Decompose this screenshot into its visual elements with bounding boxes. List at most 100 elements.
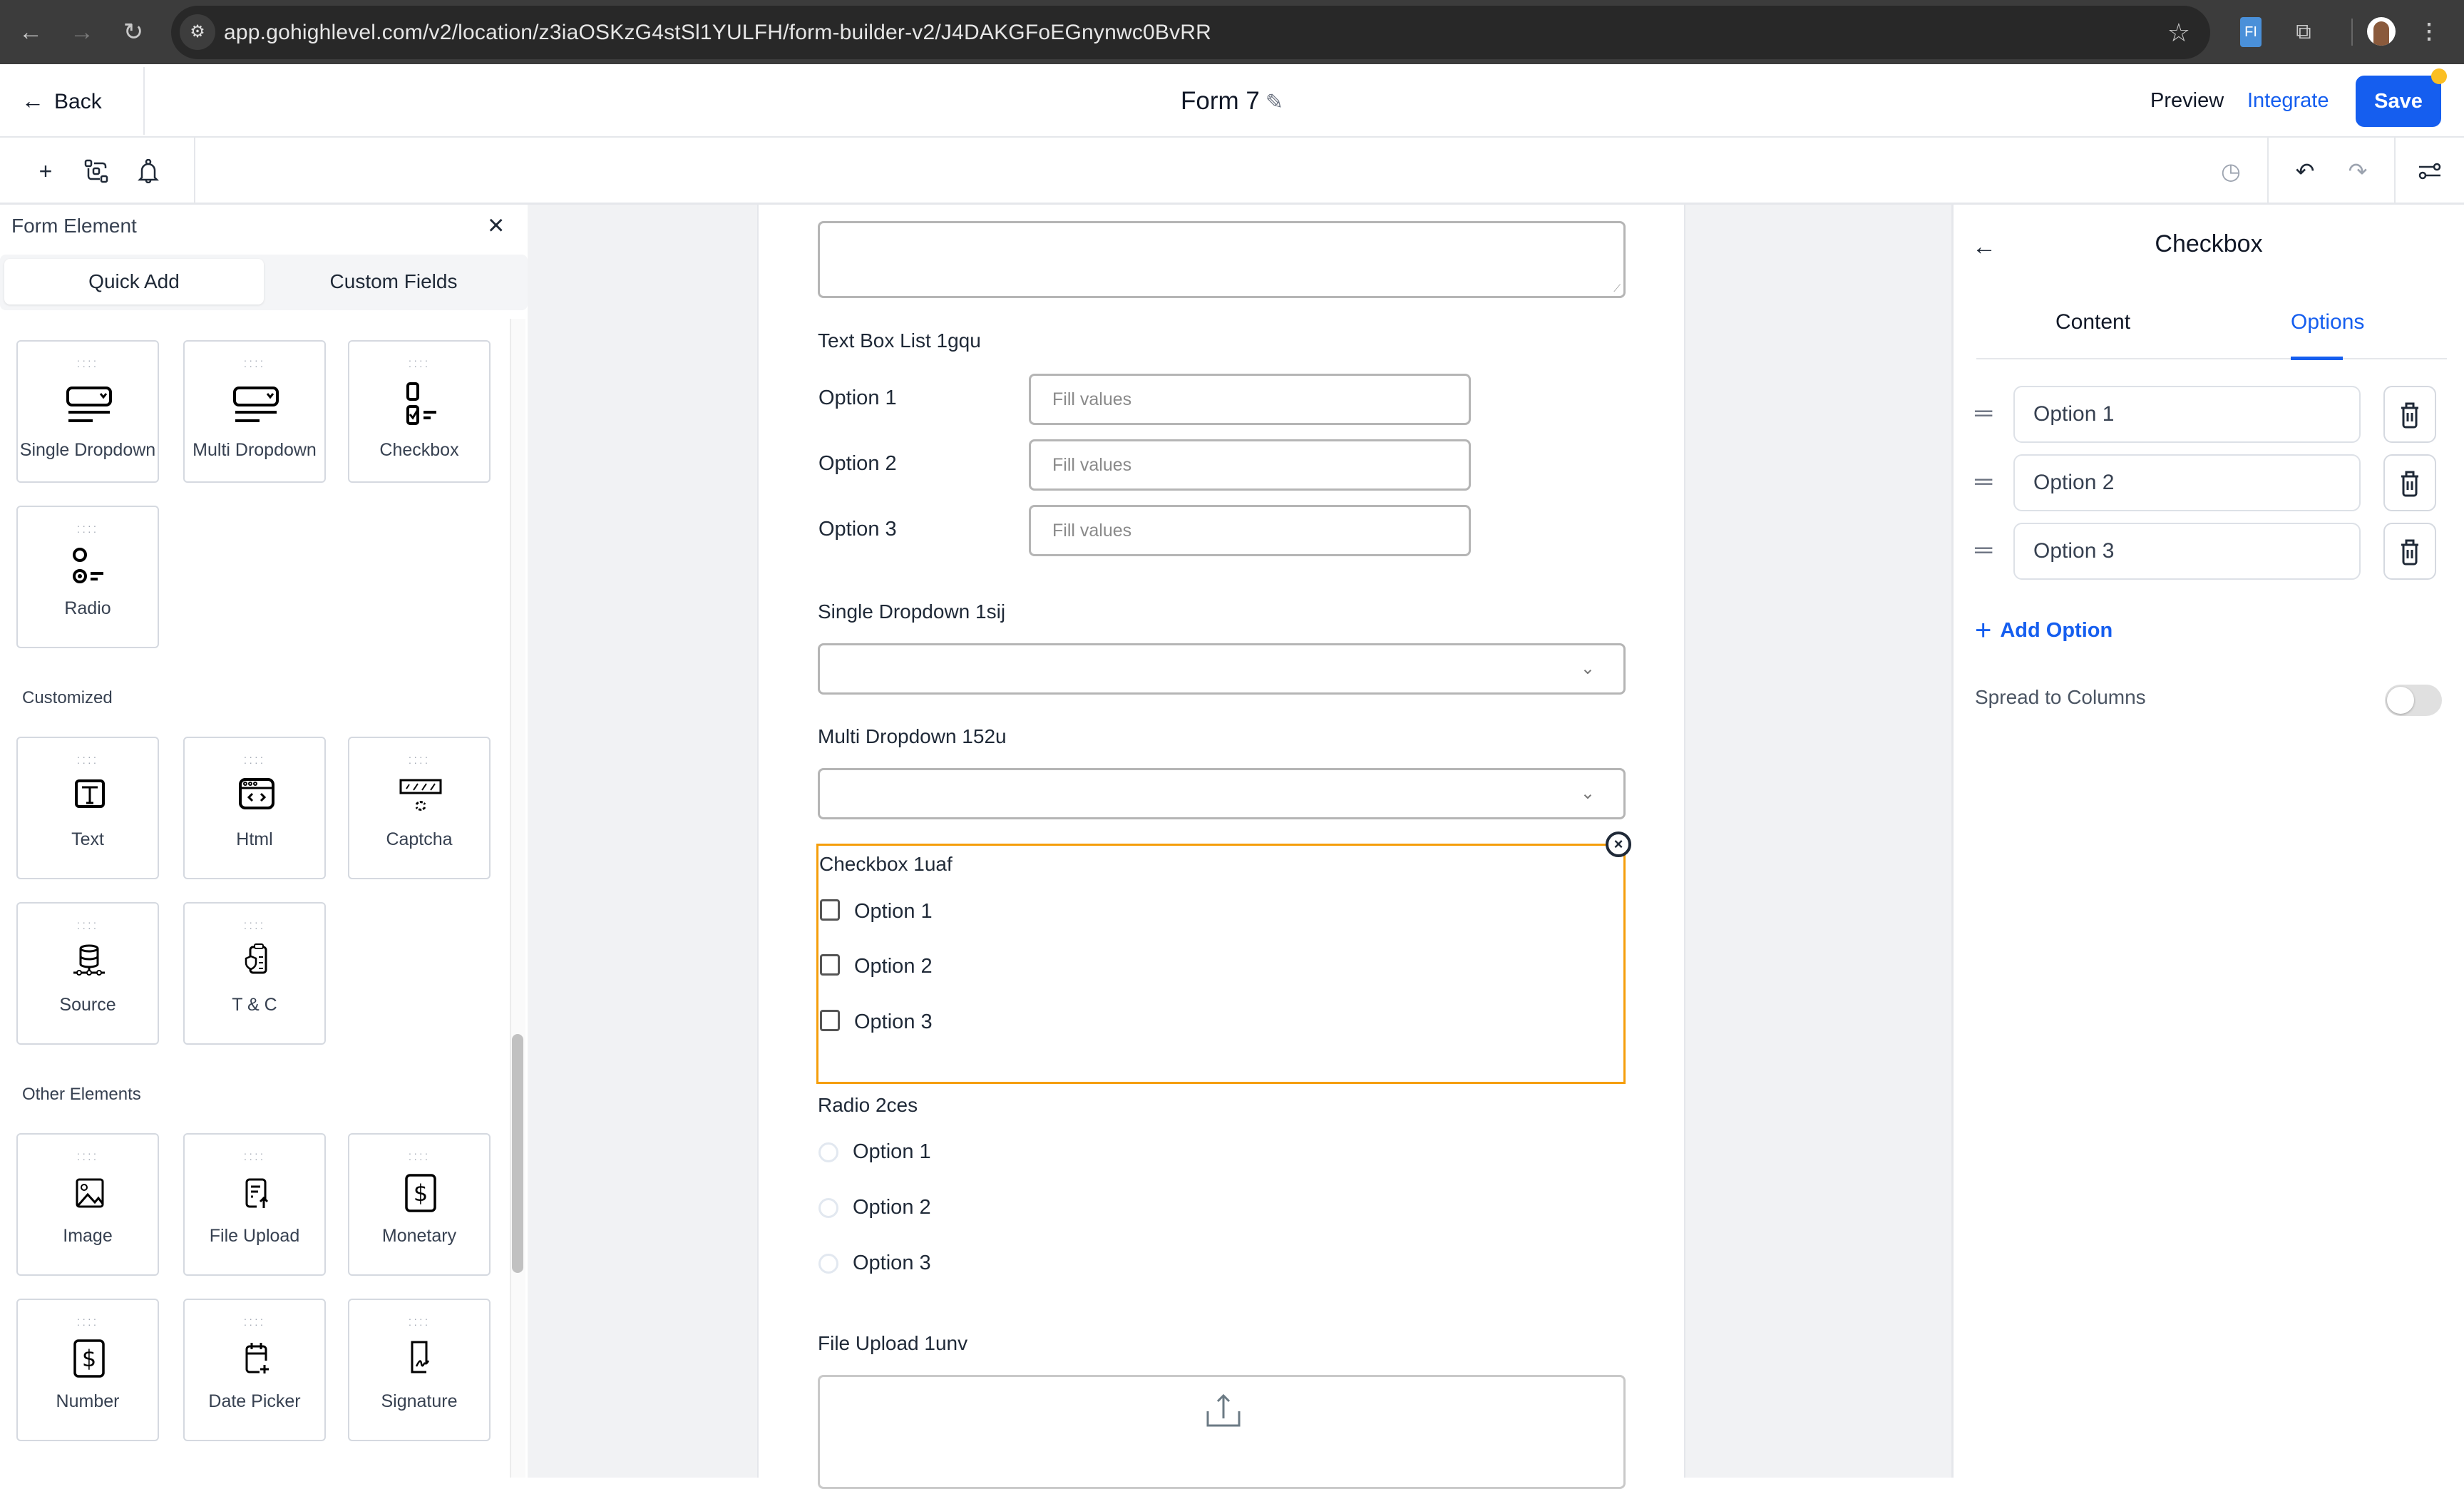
spread-to-columns-toggle[interactable] xyxy=(2385,685,2442,716)
tile-monetary[interactable]: ···· ···· $ Monetary xyxy=(348,1133,491,1276)
drag-handle-icon[interactable]: ···· ···· xyxy=(185,355,324,371)
option-input[interactable]: Option 1 xyxy=(2013,386,2361,443)
option-input[interactable]: Option 2 xyxy=(2013,454,2361,511)
tab-options[interactable]: Options xyxy=(2291,310,2364,334)
forward-icon[interactable]: → xyxy=(66,16,98,48)
drag-handle-icon[interactable]: ═ xyxy=(1975,401,1992,425)
drag-handle-icon[interactable]: ═ xyxy=(1975,469,1992,493)
site-settings-icon[interactable]: ⚙ xyxy=(180,14,215,50)
menu-kebab-icon[interactable]: ⋮ xyxy=(2418,17,2440,47)
delete-option-button[interactable] xyxy=(2383,386,2436,443)
tile-checkbox[interactable]: ···· ···· Checkbox xyxy=(348,340,491,483)
drag-handle-icon[interactable]: ···· ···· xyxy=(185,1314,324,1329)
tile-multi-dropdown[interactable]: ···· ···· Multi Dropdown xyxy=(183,340,326,483)
checkbox-input[interactable] xyxy=(820,954,840,976)
option-input[interactable]: Option 3 xyxy=(2013,523,2361,580)
drag-handle-icon[interactable]: ···· ···· xyxy=(18,1148,158,1164)
radio-input[interactable] xyxy=(818,1198,838,1218)
tile-radio[interactable]: ···· ···· Radio xyxy=(16,506,159,648)
tile-date-picker[interactable]: ···· ···· Date Picker xyxy=(183,1299,326,1441)
puzzle-extensions-icon[interactable]: ⧉ xyxy=(2291,17,2316,47)
option-row: ═ Option 3 xyxy=(1975,523,2460,580)
redo-icon[interactable]: ↷ xyxy=(2340,153,2376,189)
delete-option-button[interactable] xyxy=(2383,454,2436,511)
bell-icon[interactable] xyxy=(130,153,166,189)
drag-handle-icon[interactable]: ···· ···· xyxy=(18,1314,158,1329)
resize-handle-icon[interactable]: ⟋ xyxy=(1613,282,1621,295)
text-icon xyxy=(75,779,105,808)
add-option-button[interactable]: + Add Option xyxy=(1975,615,2113,647)
checkbox-input[interactable] xyxy=(820,1010,840,1031)
profile-avatar[interactable] xyxy=(2367,17,2396,46)
drag-handle-icon[interactable]: ···· ···· xyxy=(349,1148,489,1164)
textbox-list-input[interactable]: Fill values xyxy=(1029,505,1471,556)
layers-icon[interactable] xyxy=(78,153,114,189)
drag-handle-icon[interactable]: ···· ···· xyxy=(18,521,158,536)
tile-html[interactable]: ···· ···· Html xyxy=(183,737,326,879)
tile-signature[interactable]: ···· ···· Signature xyxy=(348,1299,491,1441)
remove-field-icon[interactable]: × xyxy=(1606,832,1631,857)
scrollbar-track[interactable] xyxy=(510,319,525,1478)
save-button[interactable]: Save xyxy=(2356,76,2441,127)
scrollbar-thumb[interactable] xyxy=(512,1034,523,1273)
delete-option-button[interactable] xyxy=(2383,523,2436,580)
radio-input[interactable] xyxy=(818,1254,838,1274)
drag-handle-icon[interactable]: ···· ···· xyxy=(349,355,489,371)
drag-handle-icon[interactable]: ···· ···· xyxy=(18,917,158,933)
extension-icon[interactable]: FI xyxy=(2240,17,2262,47)
add-icon[interactable]: + xyxy=(28,153,63,189)
textbox-list-input[interactable]: Fill values xyxy=(1029,374,1471,425)
drag-handle-icon[interactable]: ···· ···· xyxy=(18,752,158,767)
tile-image[interactable]: ···· ···· Image xyxy=(16,1133,159,1276)
tab-quick-add[interactable]: Quick Add xyxy=(4,259,264,305)
preview-button[interactable]: Preview xyxy=(2150,64,2224,138)
single-dropdown-select[interactable]: ⌄ xyxy=(818,643,1626,695)
file-upload-dropzone[interactable] xyxy=(818,1375,1626,1489)
pencil-edit-icon[interactable]: ✎ xyxy=(1266,91,1283,114)
calendar-add-icon xyxy=(245,1343,269,1373)
bookmark-star-icon[interactable]: ☆ xyxy=(2167,6,2190,59)
drag-handle-icon[interactable]: ···· ···· xyxy=(185,917,324,933)
drag-handle-icon[interactable]: ···· ···· xyxy=(349,752,489,767)
form-title[interactable]: Form 7 ✎ xyxy=(0,64,2464,139)
close-icon[interactable]: × xyxy=(488,208,504,243)
back-icon[interactable]: ← xyxy=(14,16,47,48)
history-icon[interactable]: ◷ xyxy=(2213,153,2249,189)
textarea-field[interactable]: ⟋ xyxy=(818,221,1626,298)
tile-file-upload[interactable]: ···· ···· File Upload xyxy=(183,1133,326,1276)
multi-dropdown-select[interactable]: ⌄ xyxy=(818,768,1626,819)
reload-icon[interactable]: ↻ xyxy=(117,16,150,48)
drag-handle-icon[interactable]: ···· ···· xyxy=(185,752,324,767)
drag-handle-icon[interactable]: ═ xyxy=(1975,538,1992,562)
selected-field-outline[interactable] xyxy=(816,844,1626,1084)
radio-input[interactable] xyxy=(818,1142,838,1162)
html-code-icon xyxy=(239,778,274,809)
url-text[interactable]: app.gohighlevel.com/v2/location/z3iaOSKz… xyxy=(224,6,1211,59)
integrate-button[interactable]: Integrate xyxy=(2247,64,2329,138)
drag-handle-icon[interactable]: ···· ···· xyxy=(185,1148,324,1164)
tile-number[interactable]: ···· ···· $ Number xyxy=(16,1299,159,1441)
tile-source[interactable]: ···· ···· Source xyxy=(16,902,159,1045)
textbox-list-input[interactable]: Fill values xyxy=(1029,439,1471,491)
tile-label: Captcha xyxy=(386,829,453,849)
settings-sliders-icon[interactable] xyxy=(2412,153,2448,189)
tile-single-dropdown[interactable]: ···· ···· Single Dropdown xyxy=(16,340,159,483)
undo-icon[interactable]: ↶ xyxy=(2287,153,2323,189)
tile-text[interactable]: ···· ···· Text xyxy=(16,737,159,879)
drag-handle-icon[interactable]: ···· ···· xyxy=(18,355,158,371)
tile-label: T & C xyxy=(232,995,277,1015)
tile-label: File Upload xyxy=(209,1226,300,1246)
address-bar[interactable]: ⚙ app.gohighlevel.com/v2/location/z3iaOS… xyxy=(171,6,2210,59)
tile-captcha[interactable]: ···· ···· Captcha xyxy=(348,737,491,879)
signature-icon xyxy=(411,1341,430,1373)
textbox-list-option-label: Option 1 xyxy=(818,387,897,409)
tile-terms-and-conditions[interactable]: ···· ···· T & C xyxy=(183,902,326,1045)
drag-handle-icon[interactable]: ···· ···· xyxy=(349,1314,489,1329)
form-element-panel: Form Element × Quick Add Custom Fields ·… xyxy=(0,205,528,1478)
tab-custom-fields[interactable]: Custom Fields xyxy=(264,259,523,305)
captcha-icon xyxy=(399,779,442,811)
tile-label: Image xyxy=(63,1226,113,1246)
checkbox-input[interactable] xyxy=(820,899,840,921)
database-source-icon xyxy=(73,944,105,976)
tab-content[interactable]: Content xyxy=(2055,310,2130,334)
